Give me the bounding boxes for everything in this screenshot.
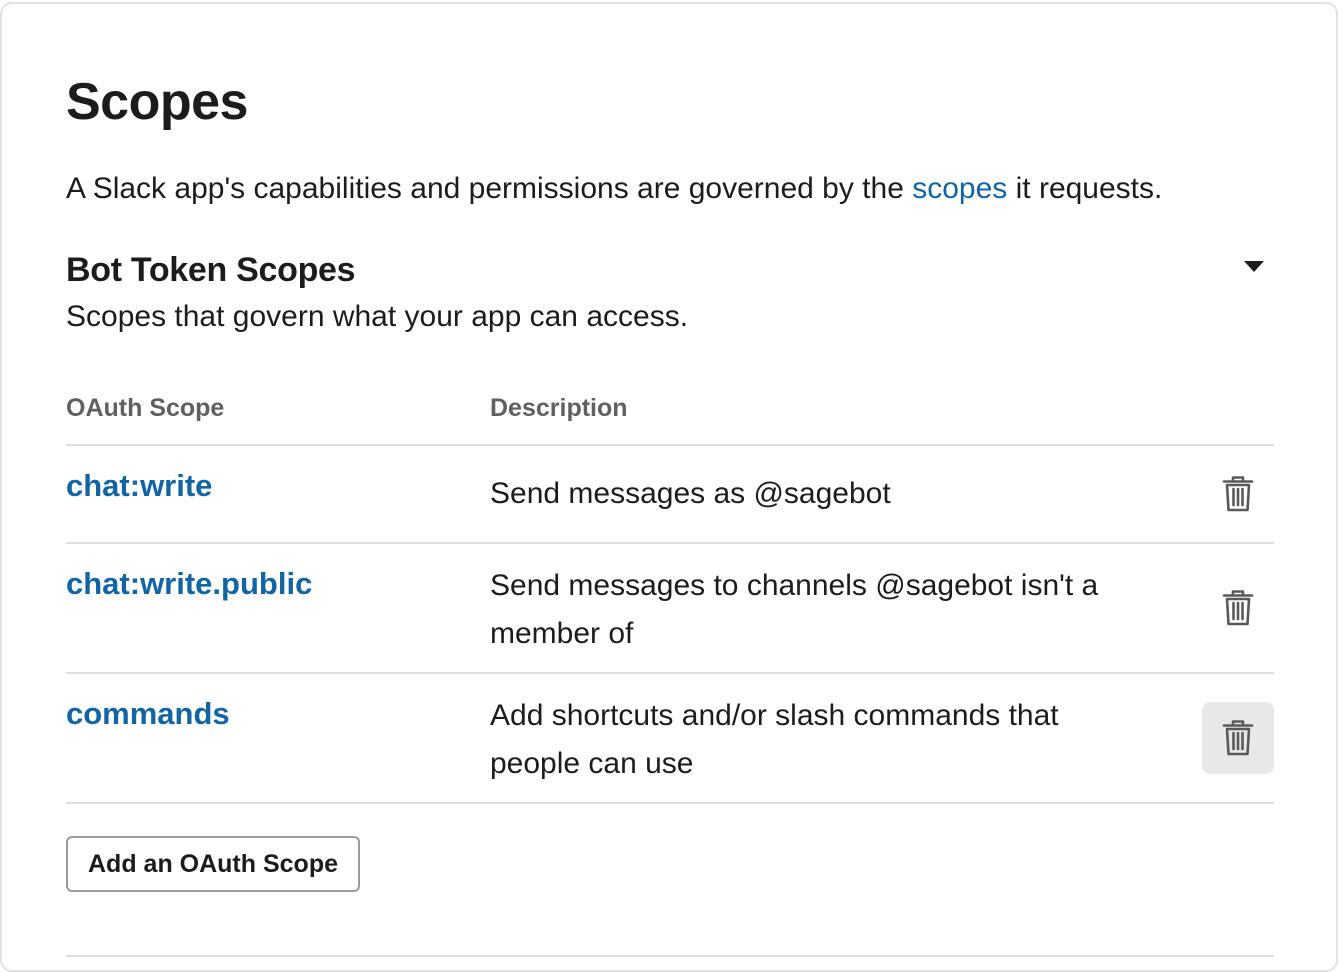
- table-row: commands Add shortcuts and/or slash comm…: [66, 674, 1274, 802]
- section-divider: [66, 955, 1274, 957]
- intro-text-start: A Slack app's capabilities and permissio…: [66, 172, 913, 205]
- caret-down-icon: [1244, 261, 1264, 272]
- table-divider: [66, 802, 1274, 804]
- scopes-link[interactable]: scopes: [912, 172, 1007, 205]
- section-subtitle: Scopes that govern what your app can acc…: [66, 300, 689, 333]
- scope-name-link[interactable]: commands: [66, 694, 230, 734]
- add-oauth-scope-button[interactable]: Add an OAuth Scope: [66, 836, 360, 892]
- column-header-description: Description: [490, 394, 628, 422]
- remove-scope-button[interactable]: [1202, 572, 1274, 644]
- table-row: chat:write Send messages as @sagebot: [66, 446, 1274, 542]
- trash-icon: [1222, 720, 1254, 756]
- scope-name-link[interactable]: chat:write: [66, 466, 212, 506]
- section-title: Bot Token Scopes: [66, 251, 356, 289]
- trash-icon: [1222, 590, 1254, 626]
- scope-description: Add shortcuts and/or slash commands that…: [490, 699, 1059, 780]
- intro-text: A Slack app's capabilities and permissio…: [66, 170, 1162, 208]
- page-title: Scopes: [66, 73, 248, 131]
- table-row: chat:write.public Send messages to chann…: [66, 544, 1274, 672]
- remove-scope-button[interactable]: [1202, 702, 1274, 774]
- scope-description: Send messages as @sagebot: [490, 477, 891, 510]
- section-collapse-toggle[interactable]: [1236, 250, 1272, 282]
- scope-name-link[interactable]: chat:write.public: [66, 564, 312, 604]
- column-header-scope: OAuth Scope: [66, 394, 225, 422]
- scope-description: Send messages to channels @sagebot isn't…: [490, 569, 1099, 650]
- remove-scope-button[interactable]: [1202, 458, 1274, 530]
- trash-icon: [1222, 476, 1254, 512]
- intro-text-end: it requests.: [1007, 172, 1163, 205]
